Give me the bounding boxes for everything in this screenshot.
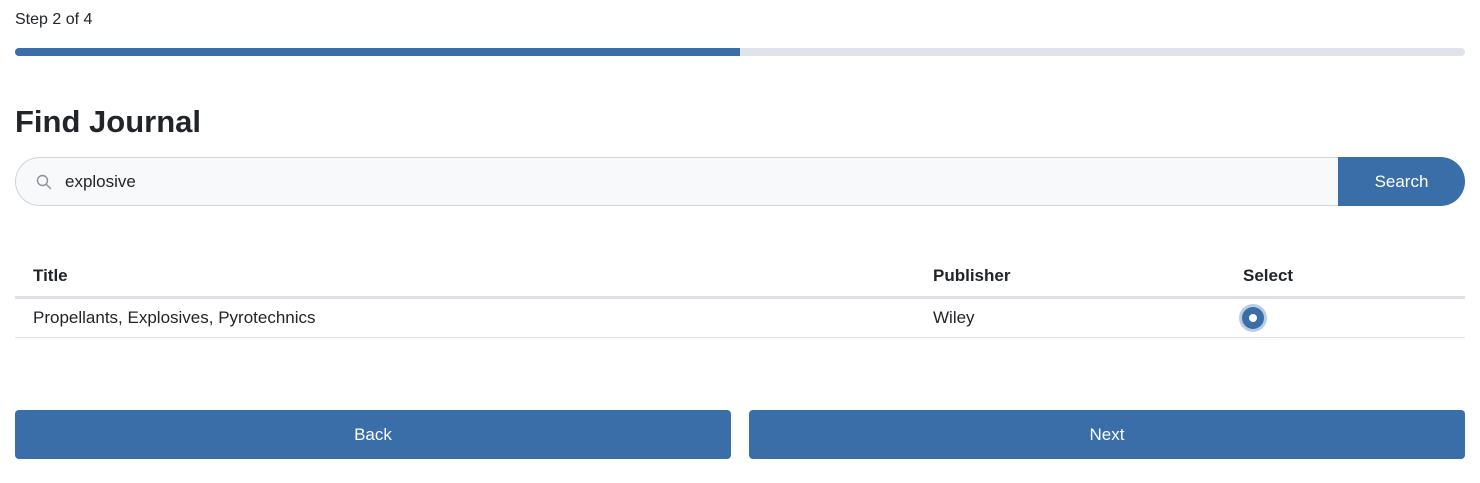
results-table: Title Publisher Select Propellants, Expl… [15,257,1465,338]
search-icon [36,172,56,192]
step-indicator: Step 2 of 4 [15,11,93,28]
publisher-cell: Wiley [915,297,1225,338]
progress-bar [15,48,1465,56]
table-header-row: Title Publisher Select [15,257,1465,299]
journal-title-cell: Propellants, Explosives, Pyrotechnics [15,297,915,338]
column-header-publisher: Publisher [915,257,1225,299]
column-header-title: Title [15,257,915,299]
column-header-select: Select [1225,257,1465,299]
back-button[interactable]: Back [15,410,731,459]
progress-bar-fill [15,48,740,56]
table-row[interactable]: Propellants, Explosives, Pyrotechnics Wi… [15,297,1465,338]
page-title: Find Journal [15,104,201,139]
search-button[interactable]: Search [1338,157,1465,206]
search-group: Search [15,157,1465,206]
search-input[interactable] [65,158,1338,205]
search-box[interactable] [15,157,1338,206]
next-button[interactable]: Next [749,410,1465,459]
select-radio[interactable] [1242,306,1264,329]
select-cell [1225,297,1465,338]
